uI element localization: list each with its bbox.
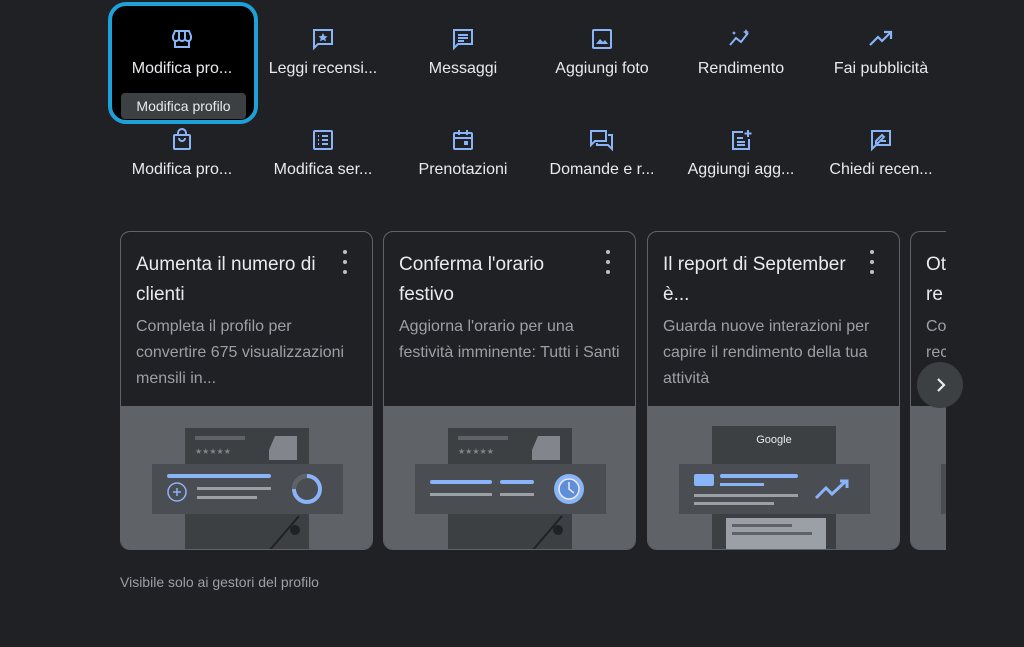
card-illustration: ★★★★★ (121, 406, 372, 549)
action-add-update[interactable]: Aggiungi agg... (676, 101, 806, 178)
google-logo-text: Google (756, 434, 791, 446)
storefront-icon (168, 27, 196, 51)
svg-text:★★★★★: ★★★★★ (195, 447, 231, 456)
action-edit-profile[interactable]: Modifica pro... (117, 0, 247, 77)
rate-review-icon (867, 128, 895, 152)
shopping-bag-icon (168, 128, 196, 152)
svg-text:★★★★★: ★★★★★ (458, 447, 494, 456)
action-label: Modifica pro... (131, 60, 233, 77)
photo-icon (588, 27, 616, 51)
action-bookings[interactable]: Prenotazioni (398, 101, 528, 178)
card-title: Conferma l'orario festivo (399, 254, 545, 305)
action-ask-reviews[interactable]: Chiedi recen... (816, 101, 946, 178)
chevron-right-icon (937, 378, 946, 392)
carousel-next-button[interactable] (917, 362, 963, 408)
action-performance[interactable]: Rendimento (676, 0, 806, 77)
insights-icon (727, 27, 755, 51)
card-description: Completa il profilo per convertire 675 v… (136, 318, 345, 387)
card-more-customers[interactable]: Aumenta il numero di clienti Completa il… (120, 231, 373, 550)
action-add-photo[interactable]: Aggiungi foto (537, 0, 667, 77)
card-holiday-hours[interactable]: Conferma l'orario festivo Aggiorna l'ora… (383, 231, 636, 550)
footer-note: Visibile solo ai gestori del profilo (120, 574, 319, 590)
action-edit-services[interactable]: Modifica ser... (258, 101, 388, 178)
card-description: Aggiorna l'orario per una festività immi… (399, 318, 620, 361)
trending-up-icon (867, 27, 895, 51)
card-illustration: ★★★★★ (384, 406, 635, 549)
action-label: Chiedi recen... (829, 161, 933, 178)
card-illustration: Google (648, 406, 899, 549)
card-title: Ot re (926, 254, 946, 305)
more-vert-icon[interactable] (599, 250, 617, 274)
action-label: Modifica pro... (131, 161, 233, 178)
action-messages[interactable]: Messaggi (398, 0, 528, 77)
more-vert-icon[interactable] (863, 250, 881, 274)
action-label: Leggi recensi... (268, 60, 378, 77)
action-edit-products[interactable]: Modifica pro... (117, 101, 247, 178)
action-label: Prenotazioni (418, 161, 508, 178)
action-label: Aggiungi foto (555, 60, 649, 77)
action-label: Modifica ser... (273, 161, 373, 178)
list-icon (309, 128, 337, 152)
card-illustration (911, 406, 946, 549)
action-advertise[interactable]: Fai pubblicità (816, 0, 946, 77)
card-title: Aumenta il numero di clienti (136, 254, 316, 305)
forum-icon (588, 128, 616, 152)
calendar-icon (449, 128, 477, 152)
action-read-reviews[interactable]: Leggi recensi... (258, 0, 388, 77)
action-label: Fai pubblicità (833, 60, 929, 77)
post-add-icon (727, 128, 755, 152)
action-label: Aggiungi agg... (687, 161, 795, 178)
review-star-icon (309, 27, 337, 51)
message-icon (449, 27, 477, 51)
more-vert-icon[interactable] (336, 250, 354, 274)
card-description: Guarda nuove interazioni per capire il r… (663, 318, 870, 387)
card-title: Il report di September è... (663, 254, 846, 305)
action-label: Rendimento (697, 60, 785, 77)
card-monthly-report[interactable]: Il report di September è... Guarda nuove… (647, 231, 900, 550)
action-label: Messaggi (428, 60, 498, 77)
action-questions[interactable]: Domande e r... (537, 101, 667, 178)
action-label: Domande e r... (549, 161, 655, 178)
